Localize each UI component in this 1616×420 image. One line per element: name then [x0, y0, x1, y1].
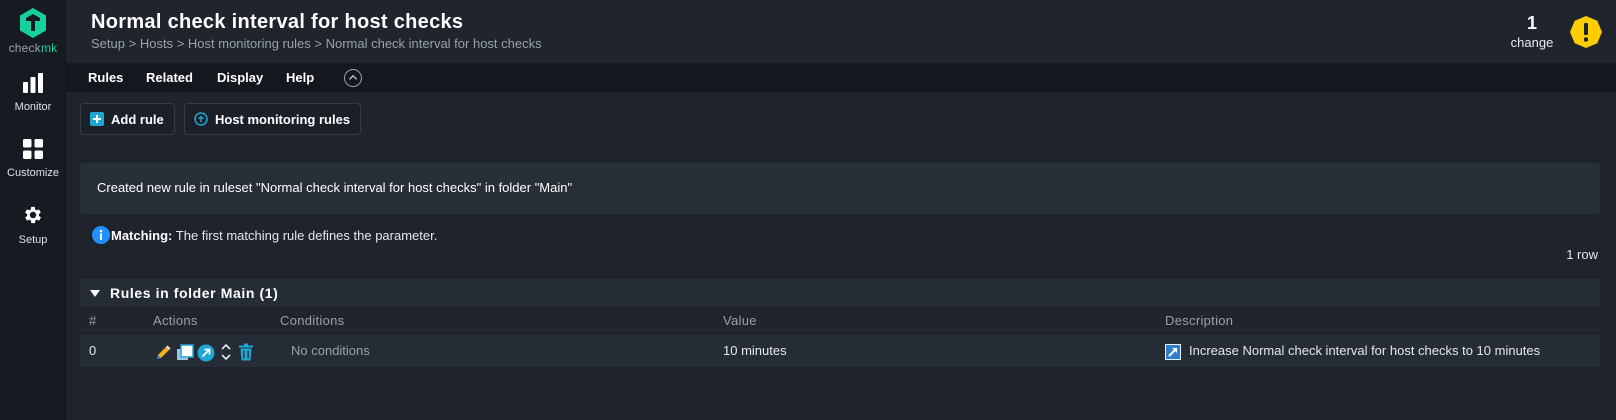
table-row: 0 No conditions 10 minutes Increase Norm… — [80, 335, 1600, 367]
changes-label: change — [1510, 35, 1554, 50]
sidebar-item-label: Setup — [18, 234, 48, 246]
move-rule-icon[interactable] — [220, 342, 232, 362]
matching-label: Matching: — [111, 227, 173, 243]
host-monitoring-rules-label: Host monitoring rules — [215, 111, 351, 127]
rule-conditions: No conditions — [291, 343, 370, 358]
menu-related[interactable]: Related — [146, 70, 193, 85]
breadcrumb-separator: > — [314, 36, 322, 51]
breadcrumb: Setup > Hosts > Host monitoring rules > … — [91, 36, 542, 51]
column-header-description: Description — [1165, 313, 1234, 328]
menu-bar: Rules Related Display Help — [66, 64, 1616, 92]
pending-changes[interactable]: 1 change — [1502, 13, 1562, 50]
sidebar-item-label: Customize — [7, 167, 59, 179]
page-header: Normal check interval for host checks Se… — [66, 0, 1616, 64]
sidebar-item-setup[interactable]: Setup — [0, 204, 66, 248]
warning-icon[interactable] — [1570, 16, 1602, 48]
delete-trash-icon[interactable] — [238, 343, 254, 361]
logo-wordmark: checkmk — [8, 41, 58, 55]
host-monitoring-rules-button[interactable]: Host monitoring rules — [184, 103, 362, 135]
column-header-actions: Actions — [153, 313, 198, 328]
column-header-index: # — [89, 313, 97, 328]
add-rule-label: Add rule — [111, 111, 164, 127]
sidebar-item-monitor[interactable]: Monitor — [0, 73, 66, 115]
matching-info: Matching: The first matching rule define… — [92, 226, 437, 244]
checkmk-logo[interactable]: checkmk — [0, 7, 66, 55]
sidebar-item-customize[interactable]: Customize — [0, 139, 66, 181]
table-header: # Actions Conditions Value Description — [80, 307, 1600, 333]
export-rule-icon[interactable] — [197, 344, 215, 362]
sidebar-item-label: Monitor — [14, 101, 52, 113]
clone-icon[interactable] — [176, 344, 194, 362]
breadcrumb-separator: > — [176, 36, 185, 51]
chevron-up-icon[interactable] — [344, 69, 362, 87]
breadcrumb-host-monitoring-rules[interactable]: Host monitoring rules — [188, 36, 311, 51]
sidebar: checkmk Monitor Customize Setup — [0, 0, 66, 420]
menu-help[interactable]: Help — [286, 70, 314, 85]
row-count: 1 row — [1566, 247, 1598, 262]
folder-header[interactable]: Rules in folder Main (1) — [80, 279, 1600, 307]
changes-count: 1 — [1526, 13, 1537, 33]
description-link-icon[interactable] — [1165, 344, 1181, 360]
success-message: Created new rule in ruleset "Normal chec… — [80, 163, 1600, 214]
rule-description: Increase Normal check interval for host … — [1189, 343, 1541, 358]
menu-display[interactable]: Display — [217, 70, 263, 85]
collapse-triangle-icon[interactable] — [90, 290, 100, 297]
column-header-conditions: Conditions — [280, 313, 345, 328]
breadcrumb-current[interactable]: Normal check interval for host checks — [326, 36, 542, 51]
rule-value: 10 minutes — [723, 343, 787, 358]
menu-rules[interactable]: Rules — [88, 70, 123, 85]
breadcrumb-hosts[interactable]: Hosts — [140, 36, 173, 51]
arrow-up-circle-icon — [194, 112, 208, 126]
gear-icon — [25, 206, 41, 224]
edit-pencil-icon[interactable] — [154, 344, 172, 362]
plus-icon — [90, 112, 104, 126]
matching-text: The first matching rule defines the para… — [172, 227, 438, 243]
column-header-value: Value — [723, 313, 757, 328]
bar-chart-icon — [23, 73, 43, 93]
success-message-text: Created new rule in ruleset "Normal chec… — [97, 180, 573, 195]
breadcrumb-setup[interactable]: Setup — [91, 36, 125, 51]
checkmk-logo-icon — [20, 8, 46, 38]
page-title: Normal check interval for host checks — [91, 11, 464, 33]
info-icon — [92, 226, 110, 244]
add-rule-button[interactable]: Add rule — [80, 103, 175, 135]
grid-icon — [23, 139, 43, 159]
folder-title: Rules in folder Main (1) — [110, 285, 279, 301]
breadcrumb-separator: > — [128, 36, 137, 51]
rule-index: 0 — [89, 343, 97, 358]
